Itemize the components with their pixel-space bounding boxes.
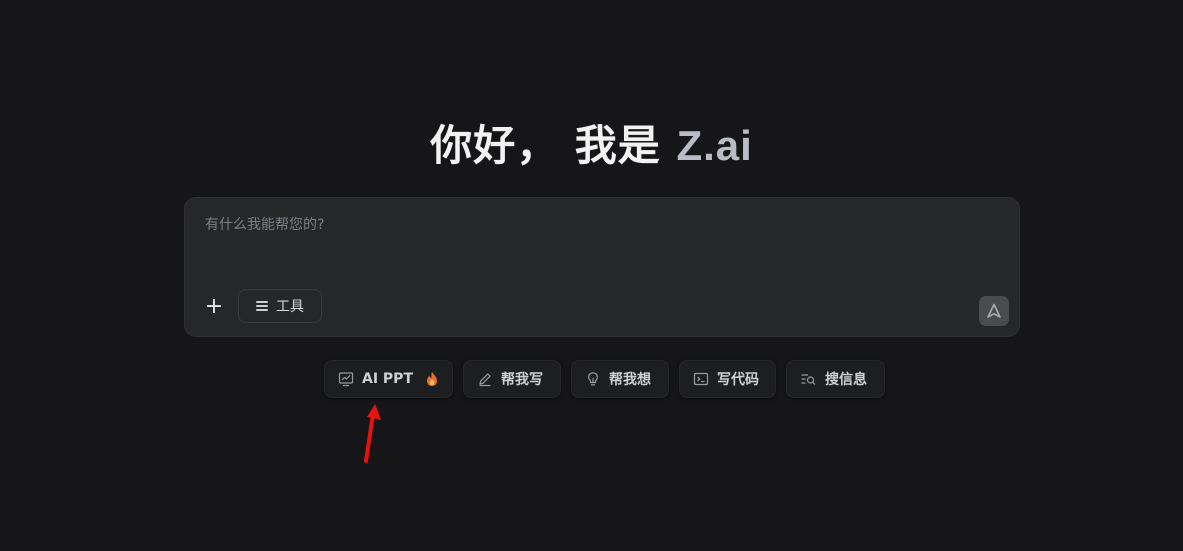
greeting-title: 你好， 我是 Z.ai [0,118,1183,174]
brand-name: Z.ai [676,122,753,169]
tools-button[interactable]: 工具 [238,289,322,323]
terminal-icon [693,372,709,386]
menu-icon [256,301,268,311]
quick-action-bar: AI PPT 帮我写 帮我想 写代码 搜信息 [324,360,885,398]
greeting-hello: 你好， 我是 [430,121,677,170]
tools-label: 工具 [276,299,304,315]
fire-icon [427,372,437,386]
home-page: 你好， 我是 Z.ai + 工具 AI PPT [0,0,1183,551]
chip-help-write[interactable]: 帮我写 [463,360,561,398]
chat-input[interactable] [203,212,987,276]
pencil-icon [479,373,491,387]
chip-ai-ppt[interactable]: AI PPT [324,360,453,398]
annotation-arrow-icon [364,404,381,463]
add-attachment-button[interactable]: + [201,293,227,319]
chip-label: 写代码 [717,372,759,388]
chip-label: AI PPT [362,371,413,387]
chip-label: 搜信息 [825,372,867,388]
chip-search-info[interactable]: 搜信息 [786,360,885,398]
chip-label: 帮我想 [609,372,651,388]
chip-write-code[interactable]: 写代码 [679,360,776,398]
chip-label: 帮我写 [501,372,543,388]
presentation-chart-icon [338,372,354,387]
search-list-icon [801,374,816,385]
chip-help-think[interactable]: 帮我想 [571,360,669,398]
chat-composer: + 工具 [184,197,1020,337]
lightbulb-icon [587,372,599,386]
send-button[interactable] [979,296,1009,326]
send-arrow-icon [987,303,1001,318]
